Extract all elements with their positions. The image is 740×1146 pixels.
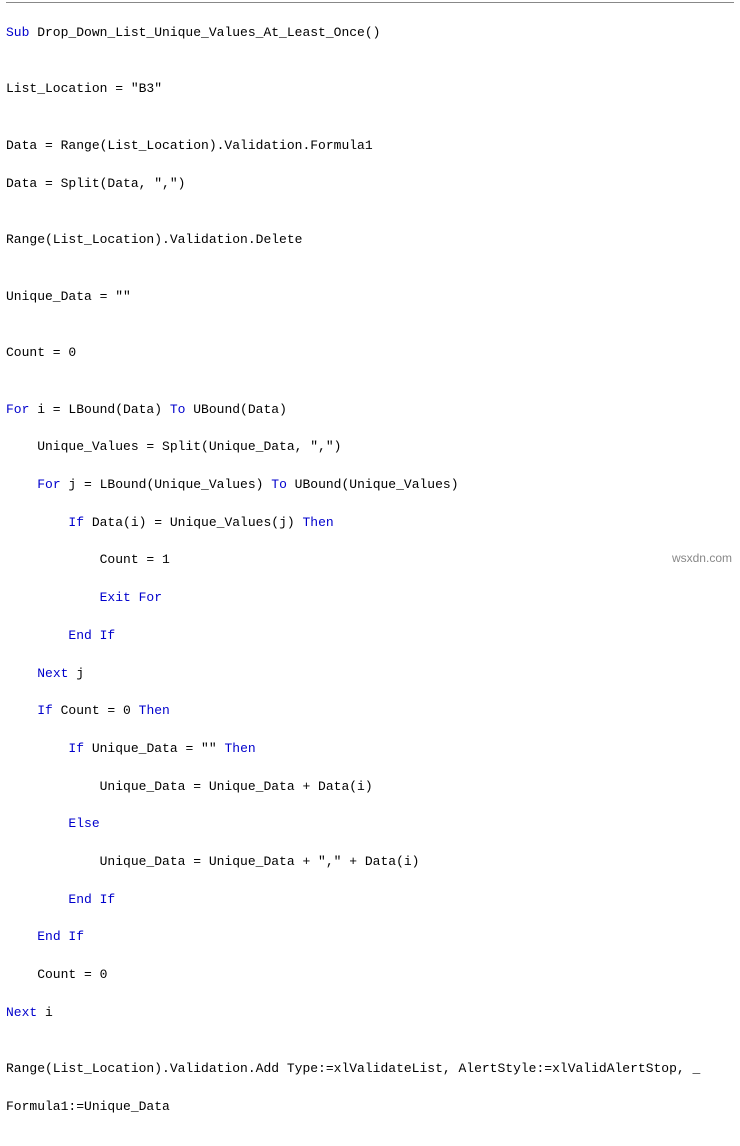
code-line: Unique_Values = Split(Unique_Data, ","): [6, 438, 734, 457]
code-line: Count = 1: [6, 551, 734, 570]
code-line: Unique_Data = Unique_Data + "," + Data(i…: [6, 853, 734, 872]
code-line: Count = 0: [6, 344, 734, 363]
keyword-then: Then: [224, 741, 255, 756]
code-line: If Data(i) = Unique_Values(j) Then: [6, 514, 734, 533]
code-line: Range(List_Location).Validation.Add Type…: [6, 1060, 734, 1079]
keyword-for: For: [6, 402, 29, 417]
indent: [6, 666, 37, 681]
watermark-text: wsxdn.com: [672, 550, 732, 567]
code-line: Formula1:=Unique_Data: [6, 1098, 734, 1117]
vba-code-block: Sub Drop_Down_List_Unique_Values_At_Leas…: [6, 2, 734, 1146]
keyword-for: For: [37, 477, 60, 492]
code-text: i: [37, 1005, 53, 1020]
code-text: Data(i) = Unique_Values(j): [84, 515, 302, 530]
keyword-next: Next: [37, 666, 68, 681]
code-line: Data = Split(Data, ","): [6, 175, 734, 194]
indent: [6, 929, 37, 944]
code-line: List_Location = "B3": [6, 80, 734, 99]
code-text: Count = 0: [53, 703, 139, 718]
indent: [6, 590, 100, 605]
keyword-end-if: End If: [37, 929, 84, 944]
indent: [6, 816, 68, 831]
keyword-next: Next: [6, 1005, 37, 1020]
indent: [6, 515, 68, 530]
keyword-if: If: [37, 703, 53, 718]
code-line: Sub Drop_Down_List_Unique_Values_At_Leas…: [6, 24, 734, 43]
code-text: UBound(Data): [185, 402, 286, 417]
code-text: UBound(Unique_Values): [287, 477, 459, 492]
code-text: j: [68, 666, 84, 681]
code-line: For i = LBound(Data) To UBound(Data): [6, 401, 734, 420]
code-text: Drop_Down_List_Unique_Values_At_Least_On…: [29, 25, 380, 40]
keyword-end-if: End If: [68, 892, 115, 907]
code-line: Count = 0: [6, 966, 734, 985]
code-line: Data = Range(List_Location).Validation.F…: [6, 137, 734, 156]
code-line: If Unique_Data = "" Then: [6, 740, 734, 759]
keyword-end-if: End If: [68, 628, 115, 643]
keyword-to: To: [170, 402, 186, 417]
code-line: For j = LBound(Unique_Values) To UBound(…: [6, 476, 734, 495]
indent: [6, 892, 68, 907]
keyword-if: If: [68, 741, 84, 756]
keyword-if: If: [68, 515, 84, 530]
code-line: End If: [6, 928, 734, 947]
code-line: End If: [6, 891, 734, 910]
code-line: Unique_Data = "": [6, 288, 734, 307]
keyword-then: Then: [139, 703, 170, 718]
keyword-else: Else: [68, 816, 99, 831]
code-line: Exit For: [6, 589, 734, 608]
keyword-sub: Sub: [6, 25, 29, 40]
code-text: i = LBound(Data): [29, 402, 169, 417]
code-line: Else: [6, 815, 734, 834]
code-line: Unique_Data = Unique_Data + Data(i): [6, 778, 734, 797]
code-line: Range(List_Location).Validation.Delete: [6, 231, 734, 250]
code-line: Next j: [6, 665, 734, 684]
indent: [6, 628, 68, 643]
code-line: End If: [6, 627, 734, 646]
code-text: j = LBound(Unique_Values): [61, 477, 272, 492]
keyword-then: Then: [302, 515, 333, 530]
indent: [6, 703, 37, 718]
keyword-to: To: [271, 477, 287, 492]
indent: [6, 477, 37, 492]
code-line: If Count = 0 Then: [6, 702, 734, 721]
keyword-exit-for: Exit For: [100, 590, 162, 605]
code-line: Next i: [6, 1004, 734, 1023]
code-text: Unique_Data = "": [84, 741, 224, 756]
indent: [6, 741, 68, 756]
